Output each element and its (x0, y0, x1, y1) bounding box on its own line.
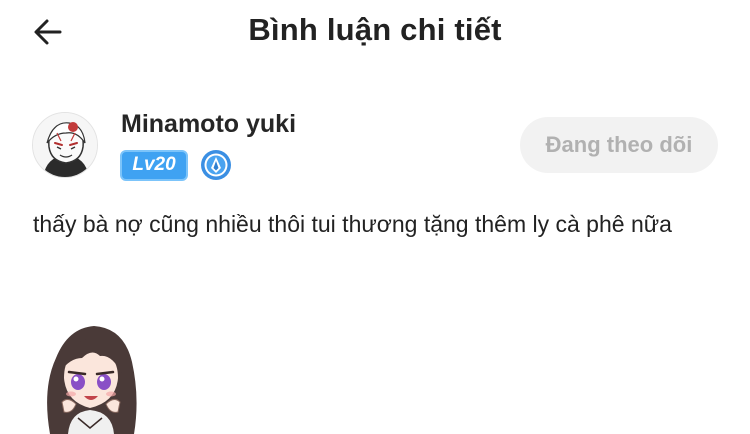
level-badge: Lv20 (120, 149, 188, 181)
page-title: Bình luận chi tiết (248, 12, 502, 47)
avatar[interactable] (32, 112, 98, 178)
following-button[interactable]: Đang theo dõi (520, 117, 718, 173)
avatar-image (33, 113, 97, 177)
username[interactable]: Minamoto yuki (121, 110, 296, 139)
comment-text: thấy bà nợ cũng nhiều thôi tui thương tặ… (33, 211, 672, 237)
header-bar: Bình luận chi tiết (0, 0, 750, 66)
rank-emblem-icon (201, 150, 231, 180)
badge-row: Lv20 (120, 149, 232, 181)
anime-girl-sticker (38, 318, 142, 434)
